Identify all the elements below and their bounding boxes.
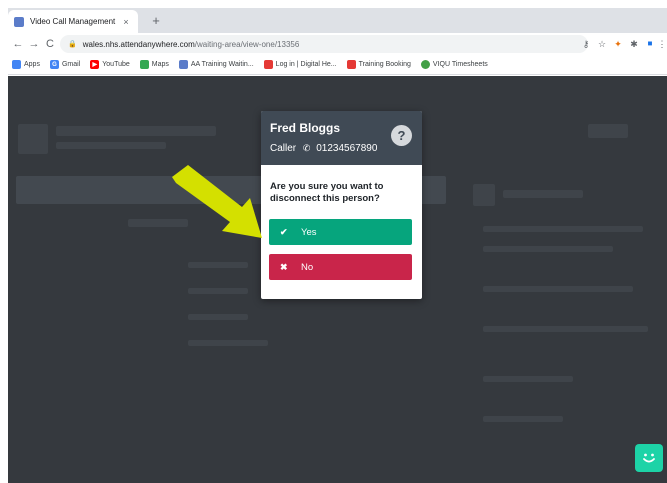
- caller-details: Caller ✆ 01234567890: [270, 143, 377, 154]
- url-host: wales.nhs.attendanywhere.com: [82, 39, 195, 49]
- url-path: /waiting-area/view-one/13356: [194, 39, 300, 49]
- nhs-icon: [263, 60, 273, 69]
- page-icon: [178, 60, 188, 69]
- annotation-arrow-icon: [172, 165, 262, 238]
- page-placeholder: [188, 340, 268, 346]
- menu-icon[interactable]: ⋮: [656, 38, 667, 50]
- yes-label: Yes: [301, 226, 317, 238]
- youtube-icon: ▶: [90, 60, 100, 69]
- chat-widget-button[interactable]: [635, 444, 663, 472]
- help-icon[interactable]: ?: [391, 125, 412, 146]
- favicon-icon: [14, 16, 24, 27]
- lock-icon: 🔒: [68, 41, 77, 48]
- page-placeholder: [188, 288, 248, 294]
- page-placeholder: [188, 262, 248, 268]
- apps-icon: [12, 60, 21, 69]
- smiley-icon: [643, 453, 655, 463]
- nhs-icon: [346, 60, 356, 69]
- dialog-question: Are you sure you want to disconnect this…: [270, 181, 384, 204]
- bookmark-training-booking[interactable]: Training Booking: [346, 60, 411, 69]
- tab-title: Video Call Management: [30, 17, 116, 26]
- star-icon[interactable]: ☆: [596, 38, 608, 50]
- bookmark-label: Apps: [24, 61, 40, 68]
- page-placeholder: [588, 124, 628, 138]
- cross-icon: ✖: [280, 261, 288, 272]
- bookmark-gmail[interactable]: G Gmail: [49, 60, 81, 69]
- bookmark-label: VIQU Timesheets: [432, 61, 488, 68]
- browser-tab[interactable]: Video Call Management ×: [8, 10, 138, 33]
- browser-toolbar: ← → C 🔒 wales.nhs.attendanywhere.com /wa…: [8, 33, 667, 55]
- back-button[interactable]: ←: [12, 37, 24, 51]
- reload-button[interactable]: C: [44, 37, 56, 51]
- page-placeholder: [483, 376, 573, 382]
- browser-tab-strip: Video Call Management × +: [8, 8, 667, 33]
- bookmark-label: Gmail: [61, 61, 81, 68]
- page-placeholder: [18, 124, 48, 154]
- page-placeholder: [483, 226, 643, 232]
- bookmark-label: YouTube: [102, 61, 130, 68]
- page-placeholder: [483, 246, 613, 252]
- close-tab-icon[interactable]: ×: [120, 17, 132, 27]
- page-placeholder: [188, 314, 248, 320]
- bookmark-label: Maps: [151, 61, 169, 68]
- bookmark-viqu[interactable]: VIQU Timesheets: [420, 60, 488, 69]
- bookmark-label: Training Booking: [358, 61, 411, 68]
- disconnect-dialog: Fred Bloggs Caller ✆ 01234567890 ? Are y…: [261, 111, 422, 299]
- bookmark-youtube[interactable]: ▶ YouTube: [90, 60, 130, 69]
- no-label: No: [301, 261, 314, 273]
- bookmarks-bar: Apps G Gmail ▶ YouTube Maps AA Training …: [8, 55, 667, 75]
- caller-role: Caller: [270, 143, 297, 154]
- no-button[interactable]: ✖ No: [269, 254, 412, 280]
- forward-button[interactable]: →: [28, 37, 40, 51]
- google-icon: G: [49, 60, 59, 69]
- phone-icon: ✆: [302, 143, 311, 153]
- caller-phone: 01234567890: [316, 143, 378, 154]
- key-icon[interactable]: ⚷: [580, 38, 592, 50]
- bookmark-maps[interactable]: Maps: [139, 60, 169, 69]
- page-placeholder: [56, 142, 166, 149]
- page-placeholder: [483, 416, 563, 422]
- page-placeholder: [483, 286, 633, 292]
- bookmark-label: AA Training Waitin...: [190, 61, 254, 68]
- bookmark-digital-health[interactable]: Log in | Digital He...: [263, 60, 337, 69]
- bookmark-apps[interactable]: Apps: [12, 60, 40, 69]
- maps-icon: [139, 60, 149, 69]
- dialog-header: Fred Bloggs Caller ✆ 01234567890 ?: [261, 111, 422, 165]
- page-placeholder: [473, 184, 495, 206]
- bookmark-aa-training[interactable]: AA Training Waitin...: [178, 60, 254, 69]
- extension-icon[interactable]: ✦: [612, 38, 624, 50]
- address-bar[interactable]: 🔒 wales.nhs.attendanywhere.com /waiting-…: [60, 35, 588, 53]
- viqu-icon: [420, 60, 430, 69]
- page-placeholder: [56, 126, 216, 136]
- page-placeholder: [503, 190, 583, 198]
- page-placeholder: [483, 326, 648, 332]
- bookmark-label: Log in | Digital He...: [275, 61, 337, 68]
- yes-button[interactable]: ✔ Yes: [269, 219, 412, 245]
- caller-name: Fred Bloggs: [270, 121, 341, 135]
- new-tab-button[interactable]: +: [148, 13, 164, 29]
- check-icon: ✔: [280, 226, 288, 237]
- puzzle-icon[interactable]: ✱: [628, 38, 640, 50]
- extension-icon[interactable]: ◼: [644, 38, 656, 50]
